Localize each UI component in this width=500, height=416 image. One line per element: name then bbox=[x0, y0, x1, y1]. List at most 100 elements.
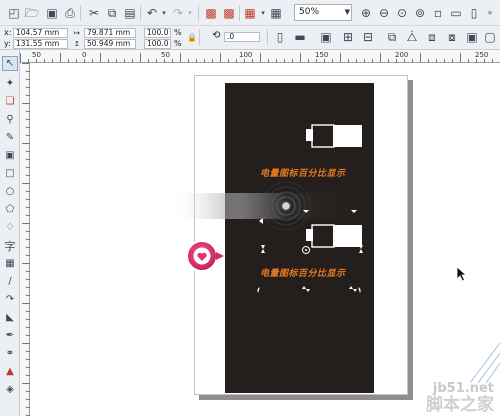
toolbar-separator bbox=[198, 5, 199, 21]
mirror-horizontal-icon[interactable]: ▯ bbox=[272, 29, 288, 45]
ungroup-icon[interactable]: ⊞ bbox=[340, 29, 356, 45]
ruler-tick-label: 150 bbox=[315, 51, 329, 59]
zoom-level-select[interactable]: 50% ▼ bbox=[294, 4, 352, 21]
polygon-tool-icon[interactable]: ⬠ bbox=[2, 202, 18, 217]
back-minus-front-icon[interactable]: ▢ bbox=[482, 29, 498, 45]
combine-icon[interactable]: ⧉ bbox=[384, 29, 400, 45]
caption-selected[interactable]: 电量图标百分比显示 bbox=[260, 266, 346, 279]
import-icon[interactable]: ▩ bbox=[203, 5, 219, 21]
crop-tool-icon[interactable]: ❏ bbox=[2, 94, 18, 109]
freehand-tool-icon[interactable]: ✎ bbox=[2, 130, 18, 145]
watermark: jb51.net 脚本之家 bbox=[426, 381, 494, 415]
blend-tool-icon[interactable]: ◣ bbox=[2, 310, 18, 325]
property-bar: x: 104.57 mm y: 131.55 mm ↦ 79.871 mm ↥ … bbox=[0, 26, 500, 50]
ruler-ticks bbox=[22, 63, 30, 416]
toolbox: ↖ ✦ ❏ ⚲ ✎ ▣ □ ○ ⬠ ♢ 字 ▦ ∕ ↷ ◣ ✒ ⚭ ▲ ◈ bbox=[0, 50, 20, 416]
zoom-all-icon[interactable]: ⊚ bbox=[412, 5, 428, 21]
zoom-out-icon[interactable]: ⊖ bbox=[376, 5, 392, 21]
canvas-artwork bbox=[170, 124, 365, 293]
shape-tool-icon[interactable]: ✦ bbox=[2, 76, 18, 91]
selection-handles[interactable] bbox=[257, 210, 363, 293]
width-icon: ↦ bbox=[74, 29, 80, 37]
export-icon[interactable]: ▩ bbox=[221, 5, 237, 21]
toolbar-separator bbox=[140, 5, 141, 21]
welcome-screen-icon[interactable]: ▦ bbox=[268, 5, 284, 21]
zoom-height-icon[interactable]: ▯ bbox=[466, 5, 482, 21]
vertical-ruler[interactable] bbox=[20, 63, 30, 416]
corner-hatch bbox=[470, 343, 500, 383]
y-position-field[interactable]: 131.55 mm bbox=[13, 39, 68, 49]
zoom-level-value: 50% bbox=[299, 7, 320, 17]
zoom-in-icon[interactable]: ⊕ bbox=[358, 5, 374, 21]
horizontal-ruler[interactable]: 50 0 50 100 150 200 250 bbox=[20, 50, 500, 63]
mirror-vertical-icon[interactable]: ▬ bbox=[292, 29, 308, 45]
battery-icon-selected[interactable] bbox=[302, 224, 363, 254]
new-document-icon[interactable]: ◰ bbox=[6, 5, 22, 21]
interactive-fill-icon[interactable]: ◈ bbox=[2, 382, 18, 397]
ungroup-all-icon[interactable]: ⊟ bbox=[360, 29, 376, 45]
rotation-field[interactable]: .0 bbox=[224, 32, 260, 42]
toolbar-separator bbox=[80, 5, 81, 21]
scale-x-field[interactable]: 100.0 bbox=[144, 28, 171, 38]
zoom-selected-icon[interactable]: ⊙ bbox=[394, 5, 410, 21]
intersect-icon[interactable]: ⧇ bbox=[444, 29, 460, 45]
scale-y-unit: % bbox=[174, 39, 182, 48]
drawing-canvas[interactable]: 电量图标百分比显示 电量图标百分比显示 bbox=[30, 63, 500, 416]
watermark-name: 脚本之家 bbox=[426, 395, 494, 415]
ruler-ticks bbox=[20, 53, 493, 63]
open-icon[interactable]: 🗁 bbox=[24, 5, 40, 21]
scale-x-unit: % bbox=[174, 28, 182, 37]
cut-icon[interactable]: ✂ bbox=[86, 5, 102, 21]
zoom-width-icon[interactable]: ▭ bbox=[448, 5, 464, 21]
x-position-field[interactable]: 104.57 mm bbox=[13, 28, 68, 38]
ruler-tick-label: 0 bbox=[82, 51, 87, 59]
rectangle-tool-icon[interactable]: □ bbox=[2, 166, 18, 181]
redo-dropdown-icon[interactable]: ▾ bbox=[182, 5, 198, 21]
ruler-tick-label: 250 bbox=[475, 51, 489, 59]
width-field[interactable]: 79.871 mm bbox=[84, 28, 136, 38]
outline-tool-icon[interactable]: ⚭ bbox=[2, 346, 18, 361]
text-tool-icon[interactable]: 字 bbox=[2, 238, 18, 253]
ruler-tick-label: 50 bbox=[32, 51, 41, 59]
dimension-tool-icon[interactable]: ∕ bbox=[2, 274, 18, 289]
toolbar-separator bbox=[239, 5, 240, 21]
toolbar-separator bbox=[199, 29, 200, 45]
mouse-cursor-icon bbox=[456, 266, 468, 282]
battery-icon-top[interactable] bbox=[306, 124, 362, 148]
scale-y-field[interactable]: 100.0 bbox=[144, 39, 171, 49]
copy-icon[interactable]: ⧉ bbox=[104, 5, 120, 21]
simplify-icon[interactable]: ▣ bbox=[464, 29, 480, 45]
ruler-tick-label: 100 bbox=[239, 51, 253, 59]
toolbar-separator bbox=[267, 29, 268, 45]
x-label: x: bbox=[4, 28, 12, 37]
ruler-tick-label: 200 bbox=[395, 51, 409, 59]
weld-icon[interactable]: ⧊ bbox=[404, 29, 420, 45]
trim-icon[interactable]: ⧈ bbox=[424, 29, 440, 45]
ruler-tick-label: 50 bbox=[161, 51, 170, 59]
group-icon[interactable]: ▣ bbox=[318, 29, 334, 45]
rotation-icon: ⟲ bbox=[212, 30, 221, 41]
heart-badge-icon[interactable] bbox=[186, 240, 224, 272]
fill-tool-icon[interactable]: ▲ bbox=[2, 364, 18, 379]
pick-tool-icon[interactable]: ↖ bbox=[2, 56, 18, 71]
caption-top[interactable]: 电量图标百分比显示 bbox=[260, 166, 346, 179]
toolbar-overflow-icon[interactable]: » bbox=[482, 5, 498, 21]
ellipse-tool-icon[interactable]: ○ bbox=[2, 184, 18, 199]
zoom-page-icon[interactable]: ▫ bbox=[430, 5, 446, 21]
y-label: y: bbox=[4, 39, 11, 48]
standard-toolbar: ◰ 🗁 ▣ ⎙ ✂ ⧉ ▤ ↶ ▾ ↷ ▾ ▩ ▩ ▦ ▾ ▦ 50% ▼ ⊕ … bbox=[0, 0, 500, 26]
eyedropper-icon[interactable]: ✒ bbox=[2, 328, 18, 343]
watermark-site: jb51.net bbox=[432, 381, 494, 396]
print-icon[interactable]: ⎙ bbox=[62, 5, 78, 21]
lock-ratio-icon[interactable]: 🔒 bbox=[187, 33, 197, 43]
paste-icon[interactable]: ▤ bbox=[122, 5, 138, 21]
save-icon[interactable]: ▣ bbox=[44, 5, 60, 21]
smart-fill-icon[interactable]: ▣ bbox=[2, 148, 18, 163]
connector-tool-icon[interactable]: ↷ bbox=[2, 292, 18, 307]
basic-shapes-icon[interactable]: ♢ bbox=[2, 220, 18, 235]
height-field[interactable]: 50.949 mm bbox=[84, 39, 136, 49]
zoom-tool-icon[interactable]: ⚲ bbox=[2, 112, 18, 127]
height-icon: ↥ bbox=[74, 40, 80, 48]
table-tool-icon[interactable]: ▦ bbox=[2, 256, 18, 271]
chevron-down-icon: ▼ bbox=[344, 8, 350, 16]
